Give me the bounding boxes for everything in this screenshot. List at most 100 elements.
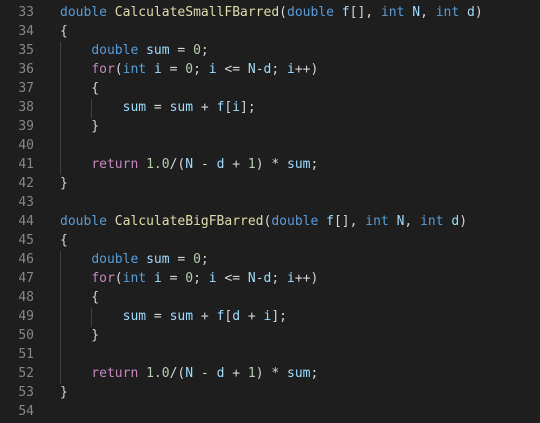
code-token-number: 0 — [193, 43, 201, 58]
code-token-number: 1.0 — [146, 366, 170, 381]
code-line[interactable]: 38 sum = sum + f[i]; — [0, 98, 540, 117]
code-line[interactable]: 53} — [0, 383, 540, 402]
line-number: 48 — [18, 290, 34, 305]
code-text: { — [60, 288, 99, 307]
code-line[interactable]: 36 for(int i = 0; i <= N-d; i++) — [0, 60, 540, 79]
code-token-plain: ; — [310, 157, 319, 172]
code-editor[interactable]: 33 double CalculateSmallFBarred(double f[… — [0, 0, 540, 423]
code-token-variable: N — [185, 366, 194, 381]
code-text: return 1.0/(N - d + 1) * sum; — [60, 155, 318, 174]
line-number: 46 — [18, 252, 34, 267]
line-number: 40 — [18, 138, 34, 153]
code-token-number: 1 — [247, 366, 256, 381]
code-token-variable: N — [412, 5, 421, 20]
code-line[interactable]: 43 — [0, 193, 540, 212]
code-token-plain: ) — [459, 214, 468, 229]
code-token-plain: } — [60, 385, 68, 400]
code-token-variable: i — [287, 62, 295, 77]
code-token-keyword: int — [122, 271, 147, 286]
code-line[interactable]: 50 } — [0, 326, 540, 345]
line-number: 47 — [18, 271, 34, 286]
code-token-plain: = — [146, 309, 170, 324]
code-text: for(int i = 0; i <= N-d; i++) — [60, 269, 318, 288]
code-line[interactable]: 49 sum = sum + f[d + i]; — [0, 307, 540, 326]
code-line[interactable]: 45 { — [0, 231, 540, 250]
code-token-number: 0 — [193, 252, 201, 267]
code-token-variable: sum — [287, 157, 311, 172]
code-token-plain: ( — [114, 62, 123, 77]
code-token-variable: N — [185, 157, 194, 172]
code-text: { — [60, 231, 68, 250]
code-token-plain: ; — [200, 252, 209, 267]
code-token-plain: ; — [193, 62, 209, 77]
code-token-plain: = — [169, 252, 194, 267]
code-line[interactable]: 44 double CalculateBigFBarred(double f[],… — [0, 212, 540, 231]
code-token-plain: ++) — [294, 271, 319, 286]
code-token-plain: } — [60, 328, 100, 343]
code-line[interactable]: 35 double sum = 0; — [0, 41, 540, 60]
line-number: 36 — [18, 62, 34, 77]
code-token-variable: d — [232, 309, 241, 324]
code-token-plain: = — [146, 100, 170, 115]
code-line[interactable]: 37 { — [0, 79, 540, 98]
code-token-plain: + — [224, 157, 248, 172]
code-token-plain: ; — [310, 366, 319, 381]
code-token-variable: sum — [146, 252, 170, 267]
code-token-plain: + — [193, 100, 217, 115]
code-token-variable: f — [341, 5, 350, 20]
code-line[interactable]: 39 } — [0, 117, 540, 136]
code-line[interactable]: 51 — [0, 345, 540, 364]
code-token-plain: ; — [200, 43, 209, 58]
code-token-variable: sum — [122, 309, 147, 324]
code-token-variable: sum — [146, 43, 170, 58]
code-line[interactable]: 46 double sum = 0; — [0, 250, 540, 269]
code-token-plain: ; — [271, 271, 288, 286]
code-line[interactable]: 33 double CalculateSmallFBarred(double f[… — [0, 3, 540, 22]
code-line[interactable]: 48 { — [0, 288, 540, 307]
code-token-variable: N — [247, 62, 256, 77]
code-text: } — [60, 117, 99, 136]
code-line[interactable]: 40 — [0, 136, 540, 155]
code-token-variable: sum — [169, 309, 194, 324]
code-token-control: for — [91, 62, 115, 77]
code-token-plain: ) — [474, 5, 483, 20]
line-number: 53 — [18, 385, 34, 400]
code-token-variable: i — [232, 100, 241, 115]
code-token-plain: = — [169, 43, 194, 58]
code-token-plain: ; — [193, 271, 209, 286]
code-line[interactable]: 42} — [0, 174, 540, 193]
code-text: return 1.0/(N - d + 1) * sum; — [60, 364, 318, 383]
code-token-control: return — [91, 366, 139, 381]
code-line[interactable]: 54 — [0, 402, 540, 421]
line-number: 49 — [18, 309, 34, 324]
code-token-number: 1 — [247, 157, 256, 172]
code-text: } — [60, 326, 99, 345]
line-number: 35 — [18, 43, 34, 58]
code-line[interactable]: 34 { — [0, 22, 540, 41]
code-line[interactable]: 41 return 1.0/(N - d + 1) * sum; — [0, 155, 540, 174]
code-token-plain: <= — [216, 62, 248, 77]
code-text: { — [60, 79, 99, 98]
code-line[interactable]: 52 return 1.0/(N - d + 1) * sum; — [0, 364, 540, 383]
code-token-variable: d — [467, 5, 475, 20]
code-token-keyword: int — [365, 214, 389, 229]
code-token-plain: ]; — [271, 309, 288, 324]
code-text: for(int i = 0; i <= N-d; i++) — [60, 60, 318, 79]
code-token-variable: i — [287, 271, 295, 286]
code-token-plain: } — [60, 119, 100, 134]
code-token-plain: [], — [349, 5, 381, 20]
code-token-plain: { — [60, 290, 100, 305]
line-number: 45 — [18, 233, 34, 248]
code-token-keyword: int — [435, 5, 460, 20]
code-token-plain: [], — [333, 214, 366, 229]
line-number: 38 — [18, 100, 34, 115]
code-line[interactable]: 47 for(int i = 0; i <= N-d; i++) — [0, 269, 540, 288]
